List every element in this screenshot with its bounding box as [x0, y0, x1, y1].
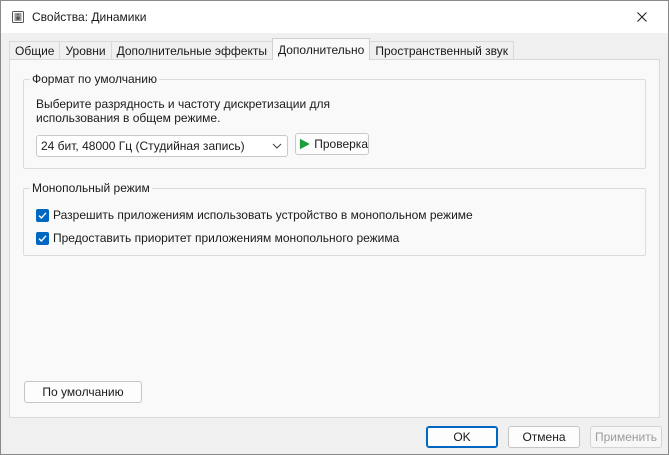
close-button[interactable] — [622, 4, 662, 30]
allow-exclusive-control-label: Разрешить приложениям использовать устро… — [53, 208, 473, 222]
checkmark-icon — [38, 234, 47, 242]
tab-strip: Общие Уровни Дополнительные эффекты Допо… — [9, 38, 514, 60]
allow-exclusive-control-option[interactable]: Разрешить приложениям использовать устро… — [36, 208, 473, 222]
tab-spatial-sound[interactable]: Пространственный звук — [369, 41, 514, 60]
play-icon — [299, 138, 310, 150]
tab-panel-advanced: Формат по умолчанию Выберите разрядность… — [9, 59, 660, 418]
tab-advanced[interactable]: Дополнительно — [271, 38, 371, 60]
speaker-properties-window: Свойства: Динамики Общие Уровни Дополнит… — [0, 0, 669, 455]
chevron-down-icon — [272, 143, 282, 149]
tab-levels[interactable]: Уровни — [59, 41, 112, 60]
exclusive-priority-checkbox[interactable] — [36, 231, 49, 245]
test-button-label: Проверка — [314, 137, 368, 151]
tab-enhancements[interactable]: Дополнительные эффекты — [110, 41, 273, 60]
allow-exclusive-control-checkbox[interactable] — [36, 208, 49, 222]
format-dropdown[interactable]: 24 бит, 48000 Гц (Студийная запись) — [36, 135, 288, 157]
close-icon — [637, 12, 647, 22]
checkmark-icon — [38, 211, 47, 219]
title-bar[interactable]: Свойства: Динамики — [1, 1, 668, 33]
test-button[interactable]: Проверка — [295, 133, 369, 155]
exclusive-priority-option[interactable]: Предоставить приоритет приложениям моноп… — [36, 231, 399, 245]
exclusive-mode-group: Монопольный режим Разрешить приложениям … — [23, 181, 646, 256]
restore-defaults-button[interactable]: По умолчанию — [24, 381, 142, 403]
default-format-group: Формат по умолчанию Выберите разрядность… — [23, 72, 646, 169]
format-dropdown-value: 24 бит, 48000 Гц (Студийная запись) — [41, 139, 245, 153]
apply-button: Применить — [590, 426, 662, 448]
default-format-group-label: Формат по умолчанию — [30, 72, 159, 86]
speaker-properties-icon — [12, 11, 24, 23]
tab-general[interactable]: Общие — [9, 41, 61, 60]
ok-button[interactable]: OK — [426, 426, 498, 448]
window-title: Свойства: Динамики — [32, 10, 147, 24]
exclusive-mode-group-label: Монопольный режим — [30, 181, 152, 195]
cancel-button[interactable]: Отмена — [508, 426, 580, 448]
exclusive-priority-label: Предоставить приоритет приложениям моноп… — [53, 231, 400, 245]
default-format-description: Выберите разрядность и частоту дискретиз… — [36, 97, 331, 125]
